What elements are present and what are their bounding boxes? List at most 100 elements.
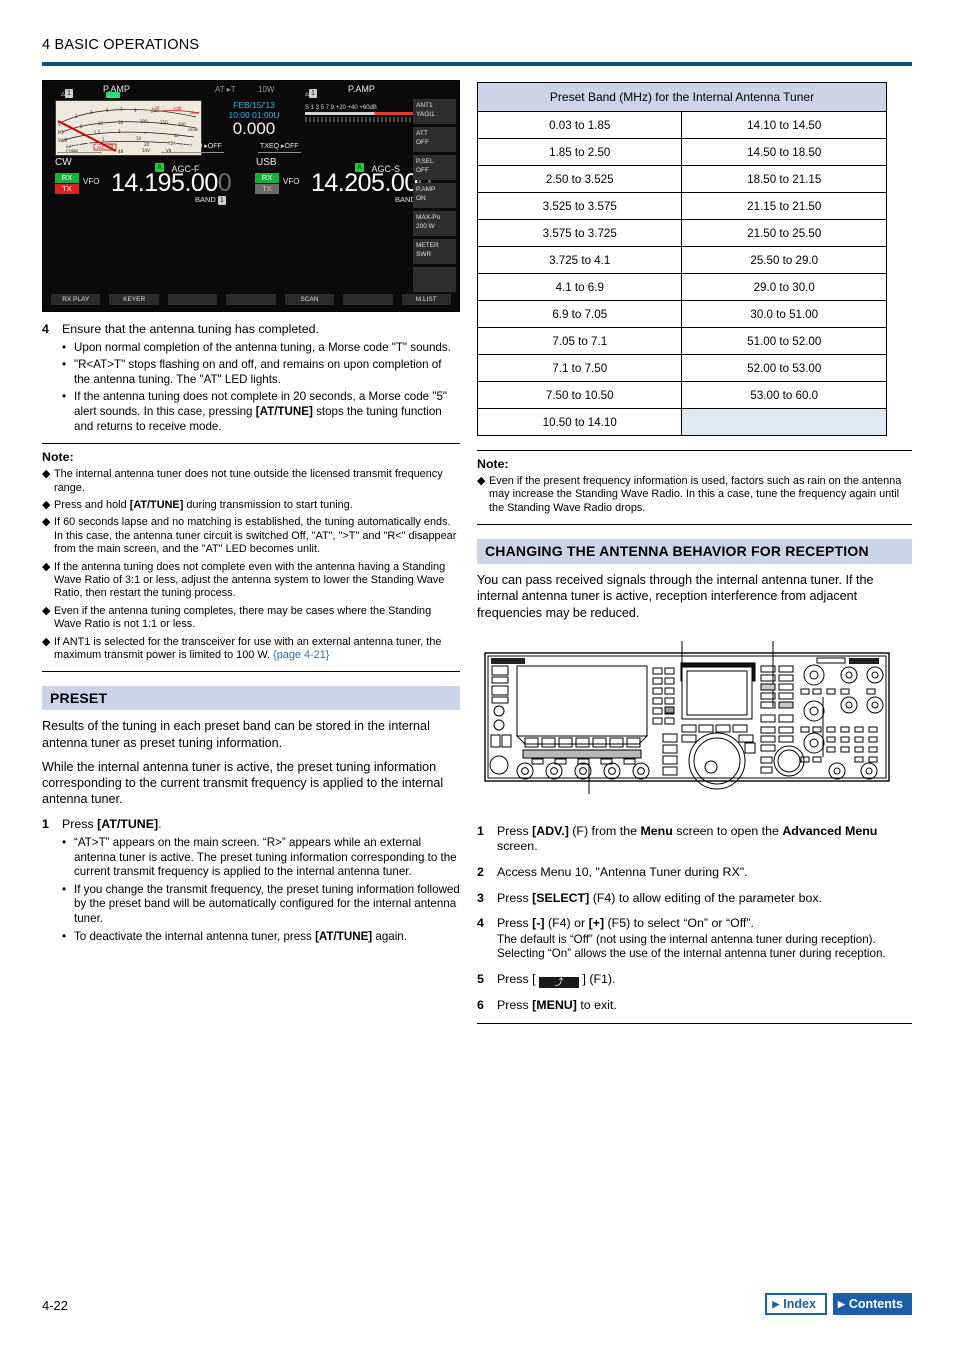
dvox-label: D.VOX ▸OFF xyxy=(57,142,103,153)
bottom-key-6[interactable] xyxy=(343,294,393,305)
cell-left: 3.575 to 3.725 xyxy=(476,219,683,247)
right-note-1-text: Even if the present frequency informatio… xyxy=(489,475,902,514)
frag-c: during transmission to start tuning. xyxy=(183,498,353,511)
s-meter: S 1 3 5 7 9 +20 +40 +60dB xyxy=(305,105,425,122)
step-4-bullet-1-text: Upon normal completion of the antenna tu… xyxy=(74,340,451,354)
table-header-row: Preset Band (MHz) for the Internal Anten… xyxy=(477,82,887,112)
step-4-number: 4 xyxy=(42,322,49,336)
menu-key-ref: [MENU] xyxy=(532,997,577,1012)
cell-left: 3.525 to 3.575 xyxy=(476,192,683,220)
bottom-key-3[interactable] xyxy=(167,294,218,305)
cell-left: 4.1 to 6.9 xyxy=(476,273,683,301)
divider xyxy=(42,443,460,445)
svg-text:54V: 54V xyxy=(142,148,150,153)
bottom-key-mlist[interactable]: M.LIST xyxy=(401,294,451,305)
svg-text:∞: ∞ xyxy=(144,131,147,135)
table-row: 1.85 to 2.50 14.50 to 18.50 xyxy=(476,138,887,166)
bottom-key-rx-play[interactable]: RX PLAY xyxy=(51,294,101,305)
table-row: 0.03 to 1.85 14.10 to 14.50 xyxy=(476,111,887,139)
step-4-bullet-2-text: "R<AT>T" stops flashing on and off, and … xyxy=(74,358,442,386)
bottom-key-scan[interactable]: SCAN xyxy=(284,294,335,305)
preset-bullet-3-text: To deactivate the internal antenna tuner… xyxy=(74,930,460,945)
diamond-icon: ◆ xyxy=(477,475,486,487)
right-preamp-label: P.AMP xyxy=(348,84,375,94)
svg-text:150: 150 xyxy=(160,120,168,125)
f-c: (F4) to allow editing of the parameter b… xyxy=(589,890,823,905)
step-6-text: Press [MENU] to exit. xyxy=(497,998,912,1014)
rxeq-indicator: OFF ◂RXEQ ▸OFF xyxy=(161,142,224,153)
reception-intro-paragraph: You can pass received signals through th… xyxy=(477,573,874,620)
left-frequency-display: 14.195.000 xyxy=(111,169,232,198)
contents-button[interactable]: ▶ Contents xyxy=(832,1293,912,1315)
adv-key-ref: [ADV.] xyxy=(532,823,569,838)
svg-text:1.5: 1.5 xyxy=(94,130,101,135)
f-c: (F) from the xyxy=(568,823,641,838)
cell-right: 18.50 to 21.15 xyxy=(681,165,887,193)
bullet-dot: • xyxy=(62,340,67,354)
contents-button-label: Contents xyxy=(848,1297,903,1311)
bottom-key-bar: RX PLAY KEYER SCAN M.LIST xyxy=(51,294,451,305)
left-band-indicator: BAND 1 xyxy=(195,195,226,205)
fkey-pamp[interactable]: P.AMP ON xyxy=(413,183,456,208)
page-cross-reference-link[interactable]: {page 4-21} xyxy=(273,649,329,661)
plus-key-ref: [+] xyxy=(588,916,605,931)
left-note-3: ◆ If 60 seconds lapse and no matching is… xyxy=(42,516,460,556)
index-button-label: Index xyxy=(783,1297,816,1311)
svg-text:48: 48 xyxy=(118,149,124,154)
fkey-att-line2: OFF xyxy=(416,139,429,146)
bullet-dot: • xyxy=(62,358,67,372)
left-mode-label: CW xyxy=(55,157,72,168)
cell-right: 52.00 to 53.00 xyxy=(681,354,887,382)
footer-nav-buttons: ▶ Index ▶ Contents xyxy=(765,1293,912,1315)
txeq-label: TXEQ ▸OFF xyxy=(258,142,301,153)
svg-text:PO: PO xyxy=(58,130,64,135)
reception-step-4: 4 Press [-] (F4) or [+] (F5) to select “… xyxy=(477,916,912,962)
at-t-indicator: AT ▸T xyxy=(215,85,236,94)
fkey-meter[interactable]: METER SWR xyxy=(413,239,456,264)
left-note-4-text: If the antenna tuning does not complete … xyxy=(54,560,446,600)
step-4-bullet-3-text: If the antenna tuning does not complete … xyxy=(74,390,460,434)
fkey-att[interactable]: ATT OFF xyxy=(413,127,456,152)
fkey-ant1[interactable]: ANT1 YAGI1 xyxy=(413,99,456,124)
svg-text:100: 100 xyxy=(140,119,148,124)
left-band-number: 1 xyxy=(217,195,226,205)
fkey-psel[interactable]: P.SEL OFF xyxy=(413,155,456,180)
fkey-maxpo[interactable]: MAX-Po 200 W xyxy=(413,211,456,236)
preset-step-1-text: Press [AT/TUNE]. xyxy=(62,817,460,833)
divider xyxy=(477,524,912,526)
manual-page: 4 BASIC OPERATIONS ▵ 1 P.AMP AT ▸T 10W ▵ 1… xyxy=(0,0,954,1350)
preset-paragraph-1: Results of the tuning in each preset ban… xyxy=(42,719,430,750)
preset-band-table: Preset Band (MHz) for the Internal Anten… xyxy=(476,82,887,436)
fkey-maxpo-line2: 200 W xyxy=(416,223,435,230)
bottom-key-4[interactable] xyxy=(226,294,276,305)
reception-step-1: 1 Press [ADV.] (F) from the Menu screen … xyxy=(477,824,912,855)
svg-text:10: 10 xyxy=(136,136,142,141)
diamond-icon: ◆ xyxy=(42,468,51,481)
right-mode-label: USB xyxy=(256,157,277,168)
frag-a: If ANT1 is selected for the transceiver … xyxy=(54,635,442,662)
fkey-ant1-line2: YAGI1 xyxy=(416,111,435,118)
sub-frequency-display: 0.000 xyxy=(232,119,276,138)
fkey-blank[interactable] xyxy=(413,267,456,292)
preset-section-heading: PRESET xyxy=(42,686,460,711)
f-c: (F4) or xyxy=(544,916,589,931)
preset-step-1-number: 1 xyxy=(42,817,49,832)
svg-text:20: 20 xyxy=(144,142,150,147)
cell-right: 25.50 to 29.0 xyxy=(681,246,887,274)
frag-c: . xyxy=(158,817,162,832)
index-button[interactable]: ▶ Index xyxy=(765,1293,827,1315)
diamond-icon: ◆ xyxy=(42,516,51,529)
step-6-number: 6 xyxy=(477,997,484,1012)
preset-bullet-1-text: “AT>T” appears on the main screen. “R>” … xyxy=(74,836,457,879)
at-tune-key-ref: [AT/TUNE] xyxy=(97,817,159,832)
left-vfo-label: VFO xyxy=(83,177,100,186)
txeq-indicator: TXEQ ▸OFF xyxy=(258,142,301,153)
step-5-text: Press [ ⤴ ] (F1). xyxy=(497,972,912,988)
table-row: 4.1 to 6.9 29.0 to 30.0 xyxy=(476,273,887,301)
preset-paragraph-2: While the internal antenna tuner is acti… xyxy=(42,759,444,807)
minus-key-ref: [-] xyxy=(532,916,545,931)
cell-left: 7.1 to 7.50 xyxy=(476,354,683,382)
s-meter-bar xyxy=(305,112,425,115)
bottom-key-keyer[interactable]: KEYER xyxy=(109,294,159,305)
f-a: Press [ xyxy=(497,971,539,986)
